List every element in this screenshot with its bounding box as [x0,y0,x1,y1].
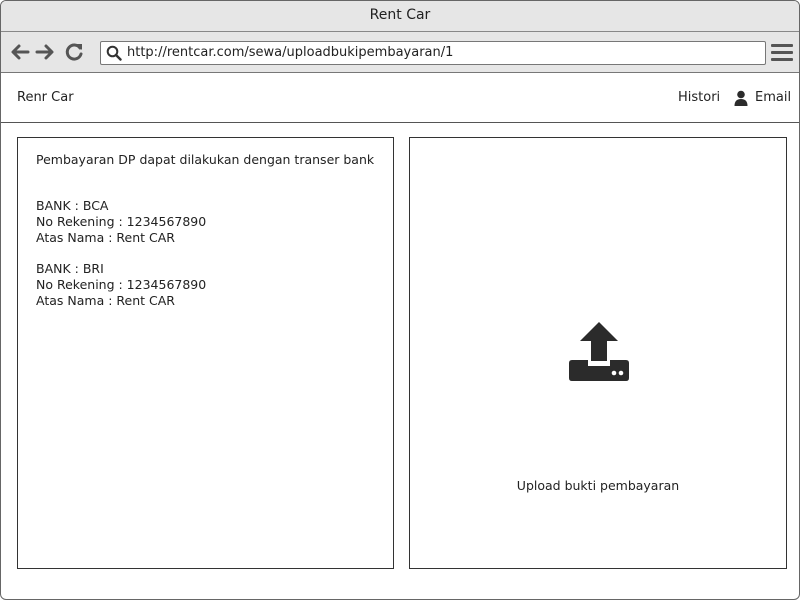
hamburger-menu-icon[interactable] [771,44,793,62]
payment-intro-text: Pembayaran DP dapat dilakukan dengan tra… [36,152,375,167]
browser-toolbar: http://rentcar.com/sewa/uploadbukipembay… [1,32,799,73]
user-icon [734,90,748,106]
search-icon [106,45,122,61]
bank-name: BANK : BCA [36,198,109,213]
upload-label: Upload bukti pembayaran [516,478,680,493]
app-header: Renr Car Histori Email [1,73,799,123]
bank-account-holder: Atas Nama : Rent CAR [36,230,175,245]
nav-history-link[interactable]: Histori [678,73,720,122]
window-title: Rent Car [1,1,799,32]
payment-info-panel: Pembayaran DP dapat dilakukan dengan tra… [17,137,394,569]
forward-arrow-icon[interactable] [34,41,56,63]
browser-window: Rent Car http://rentcar.com/sewa/uploadb… [0,0,800,600]
bank-info-block: BANK : BRI No Rekening : 1234567890 Atas… [36,261,206,309]
bank-account-holder: Atas Nama : Rent CAR [36,293,175,308]
back-arrow-icon[interactable] [9,41,31,63]
url-text: http://rentcar.com/sewa/uploadbukipembay… [127,45,454,60]
bank-info-block: BANK : BCA No Rekening : 1234567890 Atas… [36,198,206,246]
bank-account-number: No Rekening : 1234567890 [36,277,207,292]
address-bar[interactable]: http://rentcar.com/sewa/uploadbukipembay… [100,41,766,65]
reload-icon[interactable] [63,41,85,63]
upload-panel[interactable]: Upload bukti pembayaran [409,137,787,569]
bank-account-number: No Rekening : 1234567890 [36,214,207,229]
brand-name[interactable]: Renr Car [17,73,74,122]
bank-name: BANK : BRI [36,261,104,276]
upload-icon[interactable] [568,322,630,382]
nav-account-link[interactable]: Email [755,73,791,122]
